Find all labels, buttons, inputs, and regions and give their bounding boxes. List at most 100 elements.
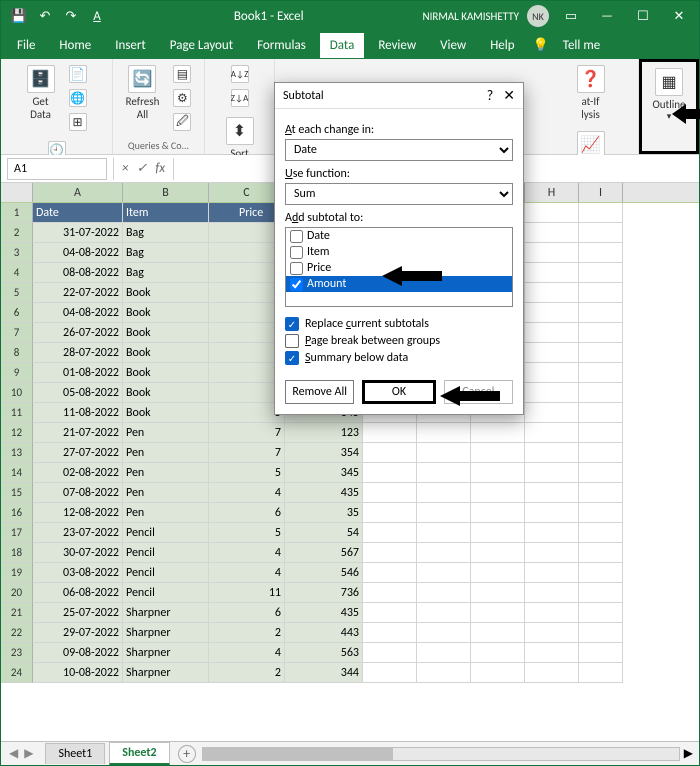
cell[interactable] [363, 643, 417, 663]
cell-qty[interactable]: 4 [209, 543, 285, 563]
new-sheet-button[interactable]: + [178, 745, 196, 763]
cell[interactable] [471, 663, 525, 683]
cell[interactable] [471, 483, 525, 503]
cell[interactable] [525, 363, 579, 383]
cell[interactable] [471, 623, 525, 643]
cell-item[interactable]: Sharpner [123, 623, 209, 643]
cell-date[interactable]: 04-08-2022 [33, 303, 123, 323]
cell[interactable] [525, 623, 579, 643]
row-header[interactable]: 11 [1, 403, 33, 423]
scroll-right-icon[interactable]: ▶ [680, 746, 693, 761]
cell[interactable] [579, 383, 623, 403]
cell[interactable] [417, 483, 471, 503]
cell-item[interactable]: Pencil [123, 583, 209, 603]
cell[interactable] [363, 623, 417, 643]
row-header[interactable]: 23 [1, 643, 33, 663]
col-header-B[interactable]: B [123, 183, 209, 202]
cell[interactable] [363, 503, 417, 523]
cell[interactable] [417, 543, 471, 563]
cell-date[interactable]: 31-07-2022 [33, 223, 123, 243]
cell[interactable] [363, 523, 417, 543]
cell[interactable] [471, 563, 525, 583]
cell[interactable] [363, 583, 417, 603]
cell[interactable] [471, 643, 525, 663]
cell[interactable] [525, 263, 579, 283]
maximize-icon[interactable]: ☐ [629, 2, 657, 30]
properties-icon[interactable]: ⚙ [169, 87, 195, 109]
cell-item[interactable]: Book [123, 363, 209, 383]
sheet-next-icon[interactable]: ▶ [24, 746, 33, 761]
cell[interactable] [579, 563, 623, 583]
horizontal-scrollbar[interactable] [202, 747, 680, 761]
select-all-corner[interactable] [1, 183, 33, 202]
cell-amount[interactable]: 35 [285, 503, 363, 523]
redo-icon[interactable]: ↷ [61, 6, 81, 26]
row-header[interactable]: 10 [1, 383, 33, 403]
row-header[interactable]: 9 [1, 363, 33, 383]
cell[interactable] [525, 483, 579, 503]
row-header[interactable]: 6 [1, 303, 33, 323]
cell[interactable] [579, 303, 623, 323]
chk-summary[interactable]: ✓Summary below data [285, 351, 513, 365]
cell[interactable] [525, 343, 579, 363]
cancel-formula-icon[interactable]: × [122, 161, 128, 176]
cell[interactable] [417, 503, 471, 523]
tab-file[interactable]: File [7, 33, 45, 58]
cell-amount[interactable]: 354 [285, 443, 363, 463]
row-header[interactable]: 19 [1, 563, 33, 583]
cell[interactable] [417, 603, 471, 623]
sort-za-icon[interactable]: Z↓A [227, 87, 253, 109]
cell-item[interactable]: Book [123, 343, 209, 363]
cell-date[interactable]: 02-08-2022 [33, 463, 123, 483]
cell-date[interactable]: 25-07-2022 [33, 603, 123, 623]
tab-insert[interactable]: Insert [105, 33, 156, 58]
cell-qty[interactable]: 6 [209, 603, 285, 623]
cell-item[interactable]: Bag [123, 223, 209, 243]
cell-amount[interactable]: 443 [285, 623, 363, 643]
cell-amount[interactable]: 435 [285, 603, 363, 623]
row-header[interactable]: 3 [1, 243, 33, 263]
cell[interactable] [579, 463, 623, 483]
cell[interactable] [525, 523, 579, 543]
cell[interactable] [525, 663, 579, 683]
cell[interactable] [471, 463, 525, 483]
cell-date[interactable]: 06-08-2022 [33, 583, 123, 603]
opt-item[interactable]: Item [286, 244, 512, 260]
cell[interactable] [471, 583, 525, 603]
cell[interactable] [579, 343, 623, 363]
cell-date[interactable]: 04-08-2022 [33, 243, 123, 263]
cell[interactable] [417, 643, 471, 663]
cell-date[interactable]: 11-08-2022 [33, 403, 123, 423]
what-if-button[interactable]: ❓ at-If lysis [573, 63, 609, 123]
cell[interactable] [579, 583, 623, 603]
cell[interactable] [525, 603, 579, 623]
cell[interactable] [525, 543, 579, 563]
cell-date[interactable]: 28-07-2022 [33, 343, 123, 363]
cell-date[interactable]: 07-08-2022 [33, 483, 123, 503]
from-table-icon[interactable]: ⊞ [65, 111, 91, 133]
cell-date[interactable]: 21-07-2022 [33, 423, 123, 443]
cell[interactable] [525, 563, 579, 583]
cell[interactable] [471, 523, 525, 543]
cell-amount[interactable]: 736 [285, 583, 363, 603]
row-header[interactable]: 20 [1, 583, 33, 603]
cell-date[interactable]: 05-08-2022 [33, 383, 123, 403]
cell-item[interactable]: Pencil [123, 523, 209, 543]
cell[interactable] [579, 403, 623, 423]
cell-header-date[interactable]: Date [33, 203, 123, 223]
cell[interactable] [471, 443, 525, 463]
cell-qty[interactable]: 4 [209, 483, 285, 503]
tab-formulas[interactable]: Formulas [247, 33, 316, 58]
cell[interactable] [525, 203, 579, 223]
col-header-H[interactable]: H [525, 183, 579, 202]
cell[interactable] [525, 303, 579, 323]
cell-date[interactable]: 26-07-2022 [33, 323, 123, 343]
tab-data[interactable]: Data [320, 33, 365, 58]
row-header[interactable]: 15 [1, 483, 33, 503]
cell-item[interactable]: Pen [123, 463, 209, 483]
cell[interactable] [471, 543, 525, 563]
cell[interactable] [525, 383, 579, 403]
row-header[interactable]: 18 [1, 543, 33, 563]
cell[interactable] [579, 363, 623, 383]
cell[interactable] [417, 583, 471, 603]
